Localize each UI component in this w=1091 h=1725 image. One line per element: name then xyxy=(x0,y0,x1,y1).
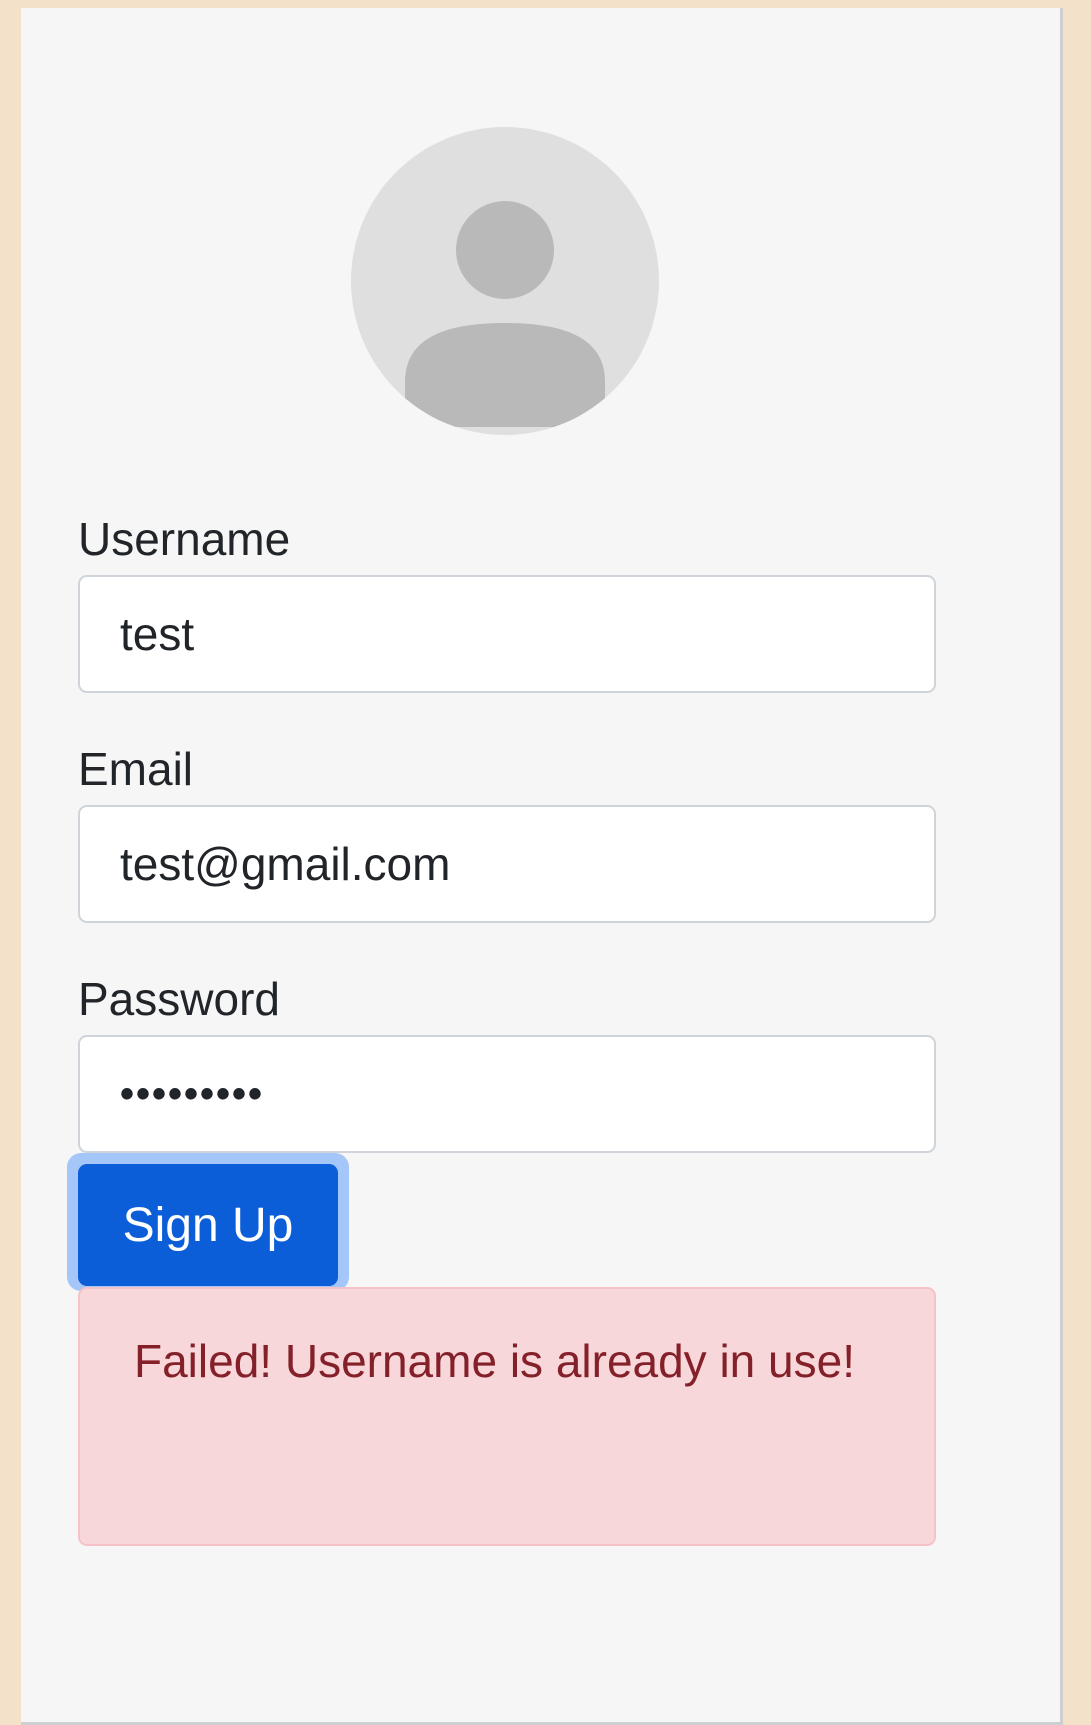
email-input[interactable]: test@gmail.com xyxy=(78,805,936,923)
username-input[interactable]: test xyxy=(78,575,936,693)
signup-card: Username test Email test@gmail.com Passw… xyxy=(21,8,1063,1725)
signup-button[interactable]: Sign Up xyxy=(78,1164,338,1286)
user-avatar-icon xyxy=(351,127,659,435)
email-label: Email xyxy=(78,743,194,795)
password-label: Password xyxy=(78,973,280,1025)
error-alert-message: Failed! Username is already in use! xyxy=(134,1335,855,1387)
username-label: Username xyxy=(78,513,291,565)
password-input[interactable]: ••••••••• xyxy=(78,1035,936,1153)
avatar-silhouette-icon xyxy=(405,201,605,427)
error-alert: Failed! Username is already in use! xyxy=(78,1287,936,1546)
